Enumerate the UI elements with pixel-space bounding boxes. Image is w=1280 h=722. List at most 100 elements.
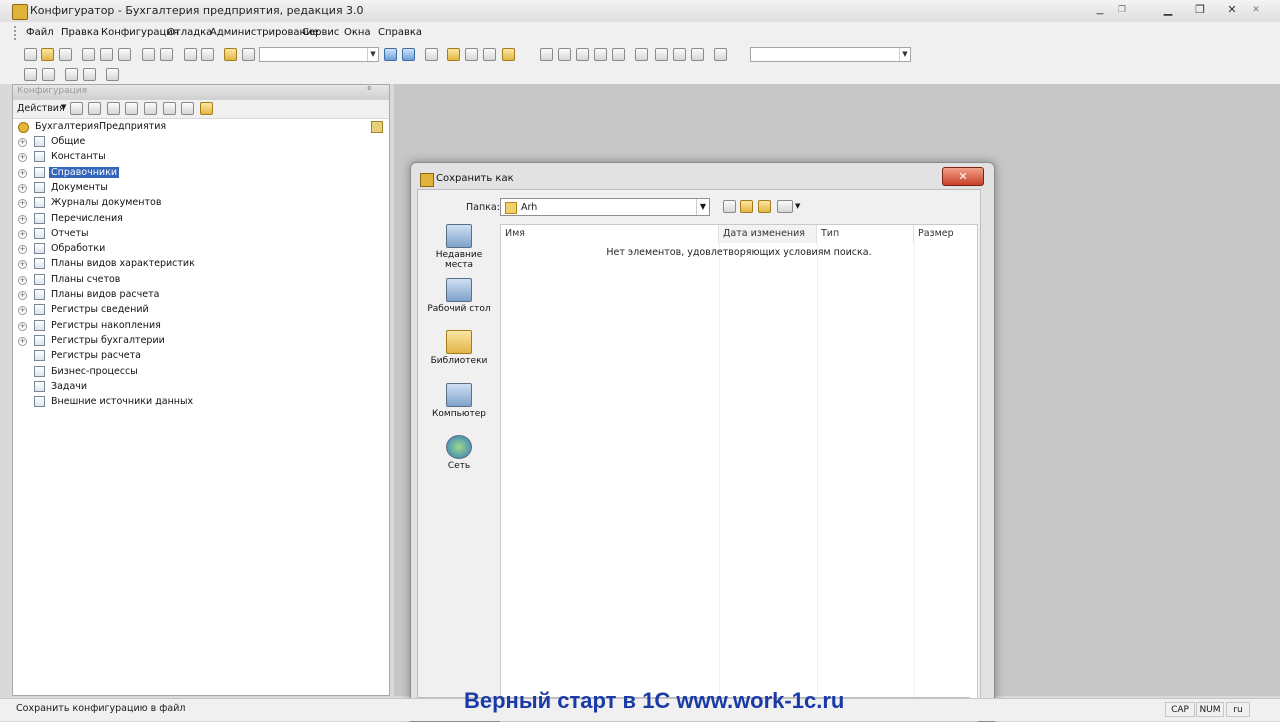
- add-icon[interactable]: [70, 102, 83, 115]
- folder-select[interactable]: Arh ▼: [500, 198, 710, 216]
- expand-icon[interactable]: +: [18, 229, 27, 239]
- expand-icon[interactable]: +: [18, 321, 27, 331]
- expand-icon[interactable]: +: [18, 275, 27, 285]
- expand-icon[interactable]: +: [18, 183, 27, 193]
- new-icon[interactable]: [24, 48, 37, 61]
- timer-icon[interactable]: [714, 48, 727, 61]
- language-indicator[interactable]: ru: [1226, 702, 1250, 717]
- expand-icon[interactable]: +: [18, 199, 27, 209]
- expand-icon[interactable]: +: [18, 168, 27, 178]
- debug-run-icon[interactable]: [612, 48, 625, 61]
- chevron-down-icon[interactable]: ▼: [696, 199, 709, 215]
- config-open-icon[interactable]: [447, 48, 460, 61]
- menu-file[interactable]: Файл: [26, 27, 54, 38]
- watch-icon[interactable]: [655, 48, 668, 61]
- debug-step-into-icon[interactable]: [576, 48, 589, 61]
- menu-help[interactable]: Справка: [378, 27, 422, 38]
- move-up-icon[interactable]: [144, 102, 157, 115]
- module-combo[interactable]: ▼: [750, 47, 911, 62]
- expand-icon[interactable]: +: [18, 306, 27, 316]
- db-update-icon[interactable]: [465, 48, 478, 61]
- find-in-files-icon[interactable]: [224, 48, 237, 61]
- info-icon[interactable]: [502, 48, 515, 61]
- sort-icon[interactable]: [181, 102, 194, 115]
- move-down-icon[interactable]: [163, 102, 176, 115]
- menu-debug[interactable]: Отладка: [167, 27, 212, 38]
- open-icon[interactable]: [41, 48, 54, 61]
- col-size[interactable]: Размер: [914, 225, 977, 243]
- debug-step-out-icon[interactable]: [594, 48, 607, 61]
- new-folder-icon[interactable]: [758, 200, 771, 213]
- config-window-icon[interactable]: [24, 68, 37, 81]
- expand-icon[interactable]: +: [18, 214, 27, 224]
- filter-icon[interactable]: [200, 102, 213, 115]
- tree-item-common[interactable]: + Общие: [13, 135, 389, 150]
- edit-icon[interactable]: [88, 102, 101, 115]
- mdi-minimize-button[interactable]: ▁: [1090, 2, 1110, 18]
- tree-item-reports[interactable]: + Отчеты: [13, 227, 389, 242]
- expand-icon[interactable]: +: [18, 336, 27, 346]
- expand-icon[interactable]: +: [18, 245, 27, 255]
- window-list-icon[interactable]: [106, 68, 119, 81]
- cut-icon[interactable]: [82, 48, 95, 61]
- search-combo[interactable]: ▼: [259, 47, 379, 62]
- calc-icon[interactable]: [673, 48, 686, 61]
- tree-item-enums[interactable]: + Перечисления: [13, 212, 389, 227]
- actions-dropdown-icon[interactable]: ▼: [61, 103, 66, 111]
- expand-icon[interactable]: +: [18, 260, 27, 270]
- tree-item-calc-registers[interactable]: Регистры расчета: [13, 349, 389, 364]
- copy-item-icon[interactable]: [107, 102, 120, 115]
- paste-icon[interactable]: [118, 48, 131, 61]
- tree-item-acc-registers[interactable]: + Регистры бухгалтерии: [13, 334, 389, 349]
- place-libraries[interactable]: Библиотеки: [424, 330, 494, 366]
- breakpoint-icon[interactable]: [635, 48, 648, 61]
- tree-item-journals[interactable]: + Журналы документов: [13, 196, 389, 211]
- undo-icon[interactable]: [184, 48, 197, 61]
- tree-item-processing[interactable]: + Обработки: [13, 242, 389, 257]
- view-menu-icon[interactable]: [777, 200, 793, 213]
- tree-item-documents[interactable]: + Документы: [13, 181, 389, 196]
- tree-item-chart-types[interactable]: + Планы видов характеристик: [13, 257, 389, 272]
- menu-windows[interactable]: Окна: [344, 27, 371, 38]
- compare-icon[interactable]: [483, 48, 496, 61]
- search-icon[interactable]: [242, 48, 255, 61]
- place-desktop[interactable]: Рабочий стол: [424, 278, 494, 314]
- place-recent[interactable]: Недавние места: [424, 224, 494, 270]
- mdi-restore-button[interactable]: ❐: [1112, 2, 1132, 18]
- tree-item-calc-types[interactable]: + Планы видов расчета: [13, 288, 389, 303]
- db-config-icon[interactable]: [65, 68, 78, 81]
- close-window-button[interactable]: ✕: [1222, 2, 1242, 18]
- col-name[interactable]: Имя: [501, 225, 719, 243]
- expand-icon[interactable]: +: [18, 138, 27, 147]
- menu-service[interactable]: Сервис: [302, 27, 339, 38]
- syntax-helper-icon[interactable]: [83, 68, 96, 81]
- bookmark-icon[interactable]: [425, 48, 438, 61]
- tree-item-external-data[interactable]: Внешние источники данных: [13, 395, 389, 410]
- actions-menu[interactable]: Действия: [17, 103, 65, 114]
- back-icon[interactable]: [723, 200, 736, 213]
- dialog-close-button[interactable]: ✕: [942, 167, 984, 186]
- up-folder-icon[interactable]: [740, 200, 753, 213]
- expand-icon[interactable]: +: [18, 291, 27, 300]
- expand-icon[interactable]: +: [18, 153, 27, 163]
- tree-item-accum-registers[interactable]: + Регистры накопления: [13, 319, 389, 334]
- pin-icon[interactable]: ⁰: [367, 86, 371, 96]
- col-type[interactable]: Тип: [817, 225, 914, 243]
- view-dropdown-icon[interactable]: ▼: [795, 202, 800, 210]
- tree-item-business-process[interactable]: Бизнес-процессы: [13, 365, 389, 380]
- stack-icon[interactable]: [691, 48, 704, 61]
- tree-item-chart-accounts[interactable]: + Планы счетов: [13, 273, 389, 288]
- properties-icon[interactable]: [42, 68, 55, 81]
- minimize-button[interactable]: ▁: [1158, 2, 1178, 18]
- menu-edit[interactable]: Правка: [61, 27, 99, 38]
- tree-item-info-registers[interactable]: + Регистры сведений: [13, 303, 389, 318]
- tree-item-constants[interactable]: + Константы: [13, 150, 389, 165]
- copy-icon[interactable]: [100, 48, 113, 61]
- file-list[interactable]: Имя Дата изменения Тип Размер Нет элемен…: [500, 224, 978, 722]
- place-computer[interactable]: Компьютер: [424, 383, 494, 419]
- save-icon[interactable]: [59, 48, 72, 61]
- restore-button[interactable]: ❐: [1190, 2, 1210, 18]
- col-date[interactable]: Дата изменения: [719, 225, 817, 243]
- tree-root[interactable]: БухгалтерияПредприятия: [13, 120, 389, 135]
- tree-item-tasks[interactable]: Задачи: [13, 380, 389, 395]
